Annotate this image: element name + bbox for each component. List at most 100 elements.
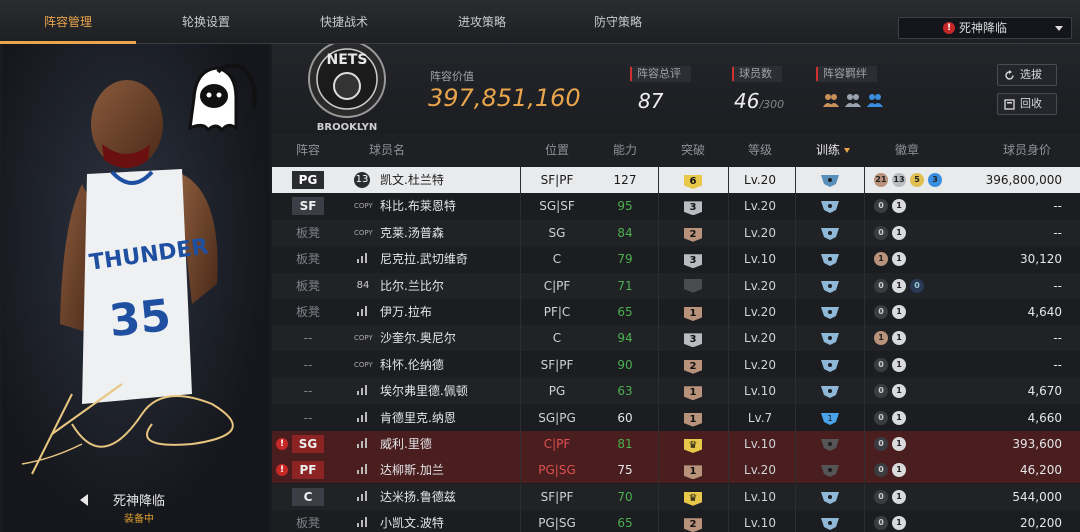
col-level[interactable]: 等级 <box>725 134 795 166</box>
training-icon <box>820 491 840 504</box>
level-cell: Lv.20 <box>744 463 776 478</box>
col-value[interactable]: 球员身价 <box>972 134 1080 166</box>
break-cell: 2 <box>658 510 728 532</box>
column-divider <box>520 378 521 405</box>
column-divider <box>864 219 865 246</box>
recycle-button[interactable]: 回收 <box>997 93 1057 115</box>
badge-icon: 21 <box>874 173 888 187</box>
column-divider <box>520 351 521 378</box>
copy-tag-icon: COPY <box>354 228 373 237</box>
badge-icon: 1 <box>892 278 906 293</box>
column-divider <box>864 167 865 193</box>
table-row[interactable]: PG 13 凯文.杜兰特 SF|PF 127 6 Lv.20 21 13 5 3 396,800,00… <box>272 167 1080 193</box>
table-row[interactable]: C 达米扬.鲁德兹 SF|PF 70 ♛ Lv.10 0 1 544,000 <box>272 483 1080 510</box>
table-row[interactable]: -- 肯德里克.纳恩 SG|PG 60 1 Lv.7 1 0 1 4,660 <box>272 404 1080 431</box>
badge-icon: 0 <box>874 516 888 531</box>
badge-icon: 13 <box>892 173 906 187</box>
slot-badge[interactable]: PF <box>292 461 324 480</box>
player-name: 威利.里德 <box>380 437 432 451</box>
player-name: 比尔.兰比尔 <box>380 278 444 293</box>
logo-bottom-text: BROOKLYN <box>317 122 378 133</box>
ability-cell: 65 <box>617 516 633 531</box>
level-cell: Lv.10 <box>744 437 776 451</box>
pick-button[interactable]: 选拔 <box>997 64 1057 86</box>
column-divider <box>795 299 796 325</box>
position-cell: SG <box>548 225 566 240</box>
break-badge: 3 <box>684 254 702 269</box>
table-row[interactable]: 板凳 84 比尔.兰比尔 C|PF 71 Lv.20 0 1 0 -- <box>272 272 1080 299</box>
badge-icon: 1 <box>892 305 906 319</box>
team-select-dropdown[interactable]: ! 死神降临 <box>898 17 1072 39</box>
slot-text[interactable]: -- <box>304 358 313 372</box>
column-divider <box>795 325 796 352</box>
column-divider <box>520 325 521 352</box>
break-badge: 2 <box>684 518 702 532</box>
badge-icon: 1 <box>892 252 906 267</box>
slot-badge[interactable]: PG <box>292 171 324 189</box>
slot-text[interactable]: 板凳 <box>296 516 320 530</box>
slot-text[interactable]: 板凳 <box>296 226 320 240</box>
team-select-value: 死神降临 <box>959 21 1008 35</box>
slot-text[interactable]: -- <box>304 411 313 425</box>
chemistry-icon-1 <box>823 94 839 107</box>
player-card[interactable]: THUNDER 35 死神降临 装备中 <box>2 44 270 532</box>
slot-badge[interactable]: SF <box>292 197 324 216</box>
player-value-cell: -- <box>1053 331 1062 346</box>
slot-badge[interactable]: SG <box>292 435 324 453</box>
team-logo: NETS BROOKLYN <box>308 44 386 133</box>
table-row[interactable]: -- 埃尔弗里德.佩顿 PG 63 1 Lv.10 0 1 4,670 <box>272 378 1080 405</box>
break-badge: 2 <box>684 359 702 374</box>
lineup-value-label: 阵容价值 <box>430 70 474 83</box>
level-cell: Lv.7 <box>747 410 773 425</box>
table-row[interactable]: SF COPY 科比.布莱恩特 SG|SF 95 3 Lv.20 0 1 -- <box>272 193 1080 220</box>
slot-text[interactable]: 板凳 <box>296 305 320 319</box>
col-training[interactable]: 训练 <box>798 134 868 166</box>
tab-quick-tactics[interactable]: 快捷战术 <box>276 0 412 44</box>
slot-text[interactable]: 板凳 <box>296 279 320 293</box>
badge-icon: 0 <box>874 410 888 425</box>
player-count-value: 46 <box>734 89 760 113</box>
player-name: 肯德里克.纳恩 <box>380 410 456 425</box>
badge-icon: 0 <box>874 305 888 319</box>
badge-icon: 1 <box>892 437 906 451</box>
ability-cell: 65 <box>617 305 633 319</box>
slot-text[interactable]: -- <box>304 331 313 345</box>
col-position[interactable]: 位置 <box>522 134 592 166</box>
tab-defense[interactable]: 防守策略 <box>550 0 686 44</box>
column-divider <box>864 246 865 273</box>
signal-bars-icon <box>354 436 372 452</box>
card-number-icon: 84 <box>356 279 370 291</box>
signal-bars-icon <box>354 383 372 399</box>
level-cell: Lv.20 <box>744 357 776 372</box>
table-row[interactable]: -- COPY 沙奎尔.奥尼尔 C 94 3 Lv.20 1 1 -- <box>272 325 1080 352</box>
ability-cell: 84 <box>617 225 633 240</box>
slot-text[interactable]: 板凳 <box>296 252 320 266</box>
tab-offense[interactable]: 进攻策略 <box>414 0 550 44</box>
table-row[interactable]: 板凳 尼克拉.武切维奇 C 79 3 Lv.10 1 1 30,120 <box>272 246 1080 273</box>
position-cell: SF|PF <box>540 173 574 187</box>
crown-icon: ♛ <box>684 439 702 453</box>
table-row[interactable]: 板凳 小凯文.波特 PG|SG 65 2 Lv.10 0 1 20,200 <box>272 510 1080 532</box>
tab-rotation[interactable]: 轮换设置 <box>138 0 274 44</box>
table-row[interactable]: -- COPY 科怀.伦纳德 SF|PF 90 2 Lv.20 0 1 -- <box>272 351 1080 378</box>
col-slot[interactable]: 阵容 <box>272 134 344 166</box>
table-row[interactable]: 板凳 COPY 克莱.汤普森 SG 84 2 Lv.20 0 1 -- <box>272 219 1080 246</box>
col-break[interactable]: 突破 <box>658 134 728 166</box>
player-count-max: /300 <box>759 98 785 111</box>
signal-bars-icon <box>354 489 372 505</box>
col-name[interactable]: 球员名 <box>352 134 422 166</box>
col-badge[interactable]: 徽章 <box>872 134 942 166</box>
tab-lineup[interactable]: 阵容管理 <box>0 0 136 44</box>
table-row[interactable]: SG! 威利.里德 C|PF 81 ♛ Lv.10 0 1 393,600 <box>272 431 1080 457</box>
training-icon <box>820 464 840 478</box>
signal-bars-icon <box>354 410 372 426</box>
col-ability[interactable]: 能力 <box>590 134 660 166</box>
badge-icon: 1 <box>892 384 906 399</box>
slot-badge[interactable]: C <box>292 487 324 506</box>
table-row[interactable]: 板凳 伊万.拉布 PF|C 65 1 Lv.20 0 1 4,640 <box>272 299 1080 325</box>
rating-label: 阵容总评 <box>630 66 691 82</box>
slot-text[interactable]: -- <box>304 384 313 398</box>
signal-bars-icon <box>354 515 372 531</box>
table-row[interactable]: PF! 达柳斯.加兰 PG|SG 75 1 Lv.20 0 1 46,200 <box>272 457 1080 484</box>
training-icon <box>820 517 840 531</box>
